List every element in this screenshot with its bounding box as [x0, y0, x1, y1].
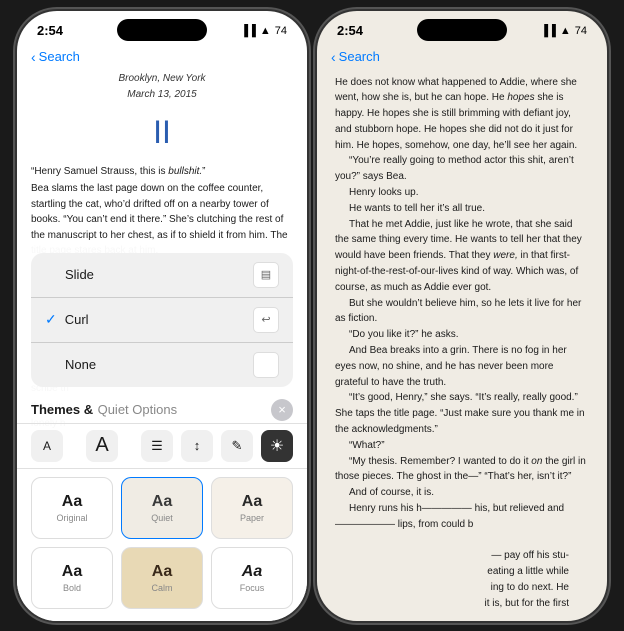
theme-original-aa: Aa — [62, 493, 82, 511]
curl-check: ✓ — [45, 311, 57, 328]
font-decrease-button[interactable]: A — [31, 430, 63, 462]
theme-cards-row-2: Aa Bold Aa Calm Aa Focus — [17, 547, 307, 621]
right-para-7: “Do you like it?” he asks. — [335, 327, 589, 343]
battery-icon-right: 74 — [575, 25, 587, 37]
theme-calm-aa: Aa — [152, 563, 172, 581]
none-icon — [253, 352, 279, 378]
font-row-icons: ☰ ↕ ✎ ☀ — [141, 430, 293, 462]
back-chevron-left: ‹ — [31, 49, 36, 65]
status-icons-right: ▐▐ ▲ 74 — [540, 25, 587, 37]
back-chevron-right: ‹ — [331, 49, 336, 65]
right-para-13: Henry runs his h————— his, but relieved … — [335, 501, 589, 533]
right-para-8: And Bea breaks into a grin. There is no … — [335, 343, 589, 390]
font-increase-button[interactable]: A — [86, 430, 118, 462]
right-para-15: eating a little while — [335, 564, 589, 580]
font-option-2[interactable]: ↕ — [181, 430, 213, 462]
right-para-11: “My thesis. Remember? I wanted to do it … — [335, 454, 589, 486]
theme-quiet-aa: Aa — [152, 493, 172, 511]
wifi-icon-right: ▲ — [560, 25, 571, 37]
status-icons-left: ▐▐ ▲ 74 — [240, 25, 287, 37]
font-option-1[interactable]: ☰ — [141, 430, 173, 462]
font-size-row: A A ☰ ↕ ✎ ☀ — [17, 423, 307, 469]
right-para-10: “What?” — [335, 438, 589, 454]
nav-bar-left: ‹ Search — [17, 47, 307, 71]
right-para-12: And of course, it is. — [335, 485, 589, 501]
back-button-right[interactable]: ‹ Search — [331, 49, 380, 65]
right-para-5: That he met Addie, just like he wrote, t… — [335, 217, 589, 296]
transition-menu: Slide ▤ ✓ Curl ↩ None — [31, 253, 293, 387]
right-para-2: “You’re really going to method actor thi… — [335, 153, 589, 185]
right-para-14: — pay off his stu- — [335, 548, 589, 564]
book-para-1: “Henry Samuel Strauss, this is bullshit.… — [31, 164, 293, 180]
right-para-6: But she wouldn’t believe him, so he lets… — [335, 296, 589, 328]
status-bar-left: 2:54 ▐▐ ▲ 74 — [17, 11, 307, 47]
theme-paper-aa: Aa — [242, 493, 262, 511]
theme-paper[interactable]: Aa Paper — [211, 477, 293, 539]
status-bar-right: 2:54 ▐▐ ▲ 74 — [317, 11, 607, 47]
book-header: Brooklyn, New YorkMarch 13, 2015 — [31, 71, 293, 103]
themes-close-row: Themes & Quiet Options × — [17, 393, 307, 423]
theme-focus-aa: Aa — [242, 563, 262, 581]
left-phone: 2:54 ▐▐ ▲ 74 ‹ Search Brooklyn, New York… — [17, 11, 307, 621]
right-para-4: He wants to tell her it’s all true. — [335, 201, 589, 217]
right-phone: 2:54 ▐▐ ▲ 74 ‹ Search He does not know w… — [317, 11, 607, 621]
theme-toggle[interactable]: ☀ — [261, 430, 293, 462]
theme-focus-label: Focus — [240, 583, 265, 593]
curl-icon: ↩ — [253, 307, 279, 333]
battery-icon: 74 — [275, 25, 287, 37]
theme-bold-label: Bold — [63, 583, 81, 593]
quiet-options-label: Quiet Options — [98, 402, 178, 417]
back-button-left[interactable]: ‹ Search — [31, 49, 80, 65]
right-para-1: He does not know what happened to Addie,… — [335, 75, 589, 154]
theme-quiet-label: Quiet — [151, 513, 173, 523]
close-button[interactable]: × — [271, 399, 293, 421]
transition-slide[interactable]: Slide ▤ — [31, 253, 293, 298]
transition-none[interactable]: None — [31, 343, 293, 387]
theme-bold[interactable]: Aa Bold — [31, 547, 113, 609]
right-para-3: Henry looks up. — [335, 185, 589, 201]
phones-container: 2:54 ▐▐ ▲ 74 ‹ Search Brooklyn, New York… — [7, 1, 617, 631]
book-content-right: He does not know what happened to Addie,… — [317, 71, 607, 621]
theme-original[interactable]: Aa Original — [31, 477, 113, 539]
theme-quiet[interactable]: Aa Quiet — [121, 477, 203, 539]
back-label-left: Search — [39, 49, 80, 64]
back-label-right: Search — [339, 49, 380, 64]
font-option-3[interactable]: ✎ — [221, 430, 253, 462]
time-left: 2:54 — [37, 23, 63, 38]
dynamic-island-left — [117, 19, 207, 41]
signal-icon-right: ▐▐ — [540, 25, 556, 37]
themes-label-group: Themes & Quiet Options — [31, 401, 177, 419]
right-para-16: ing to do next. He — [335, 580, 589, 596]
theme-bold-aa: Aa — [62, 563, 82, 581]
theme-focus[interactable]: Aa Focus — [211, 547, 293, 609]
themes-label: Themes & — [31, 402, 93, 417]
dynamic-island-right — [417, 19, 507, 41]
wifi-icon: ▲ — [260, 25, 271, 37]
nav-bar-right: ‹ Search — [317, 47, 607, 71]
slide-label: Slide — [65, 267, 253, 282]
theme-original-label: Original — [56, 513, 87, 523]
time-right: 2:54 — [337, 23, 363, 38]
right-para-17: it is, but for the first — [335, 596, 589, 612]
theme-cards-row-1: Aa Original Aa Quiet Aa Paper — [17, 469, 307, 547]
theme-calm-label: Calm — [151, 583, 172, 593]
right-para-9: “It’s good, Henry,” she says. “It’s real… — [335, 390, 589, 437]
curl-label: Curl — [65, 312, 253, 327]
chapter-number: II — [31, 107, 293, 158]
overlay-panel: Slide ▤ ✓ Curl ↩ None Themes & — [17, 243, 307, 621]
none-label: None — [65, 357, 253, 372]
theme-paper-label: Paper — [240, 513, 264, 523]
theme-calm[interactable]: Aa Calm — [121, 547, 203, 609]
slide-icon: ▤ — [253, 262, 279, 288]
signal-icon: ▐▐ — [240, 25, 256, 37]
transition-curl[interactable]: ✓ Curl ↩ — [31, 298, 293, 343]
